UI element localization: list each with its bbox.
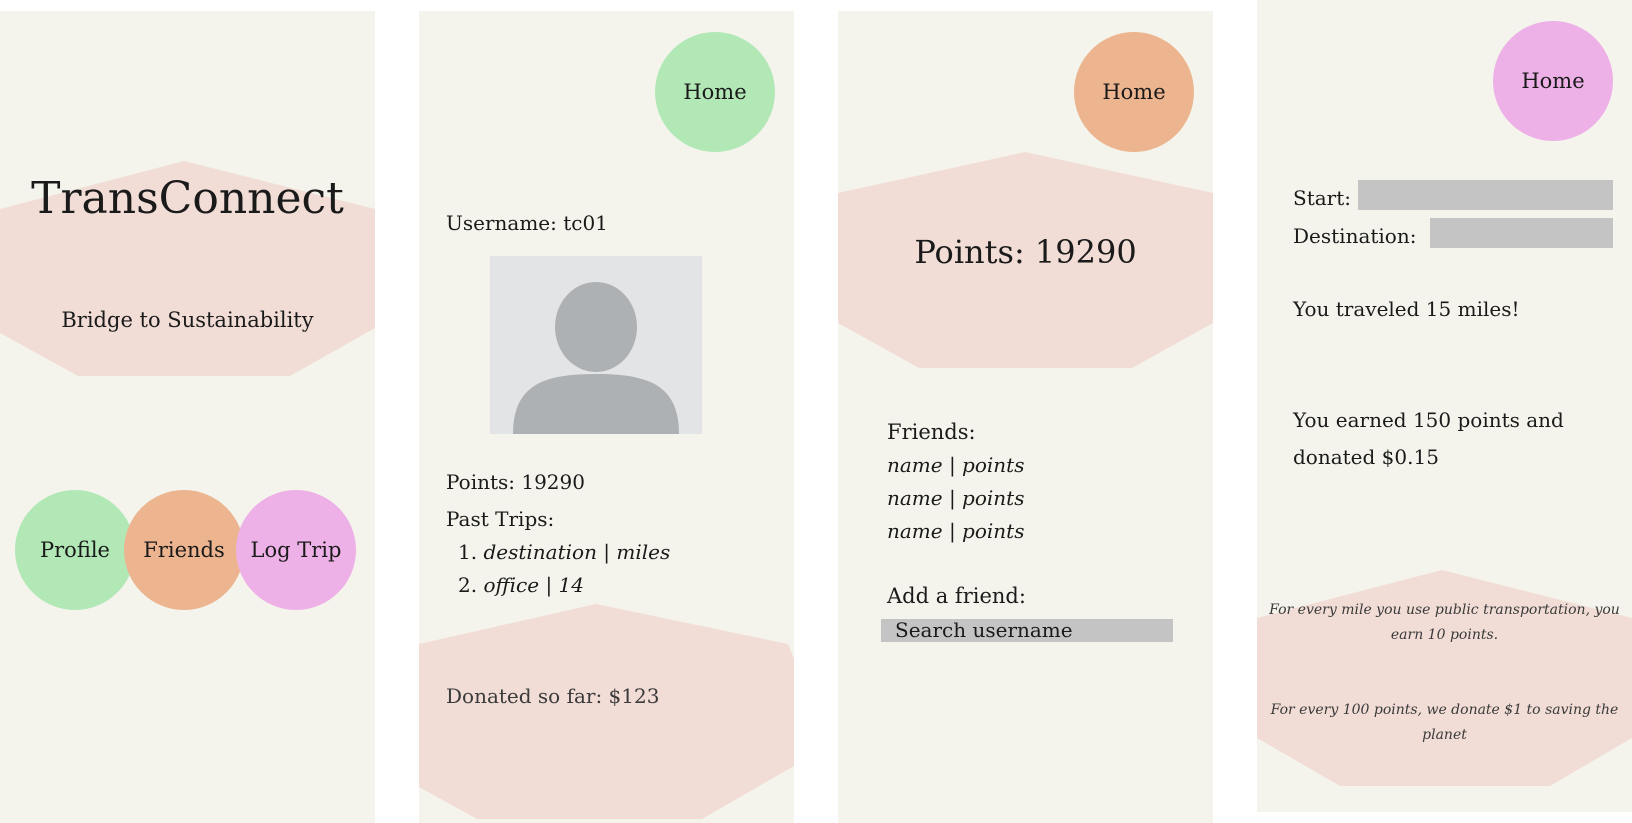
earned-message-line: donated $0.15: [1293, 445, 1439, 469]
profile-screen: Home Username: tc01 Points: 19290 Past T…: [419, 11, 794, 823]
trip-text: destination | miles: [483, 540, 671, 564]
home-button[interactable]: Home: [1493, 21, 1613, 141]
trip-list-item: 1. destination | miles: [458, 540, 670, 564]
start-label: Start:: [1293, 186, 1351, 210]
trip-number: 2.: [458, 573, 478, 597]
destination-label: Destination:: [1293, 224, 1417, 248]
points-info-line: For every mile you use public transporta…: [1269, 602, 1620, 618]
points-text: Points: 19290: [446, 470, 585, 494]
friends-button-label: Friends: [143, 538, 225, 562]
start-input[interactable]: [1358, 180, 1613, 210]
landing-screen: TransConnect Bridge to Sustainability Pr…: [0, 11, 375, 823]
friends-heading: Friends:: [887, 420, 976, 444]
friend-list-item: name | points: [887, 453, 1025, 477]
friends-screen: Home Points: 19290 Friends: name | point…: [838, 11, 1213, 823]
trip-number: 1.: [458, 540, 478, 564]
trip-text: office | 14: [483, 573, 584, 597]
log-trip-button-label: Log Trip: [250, 538, 342, 562]
username-text: Username: tc01: [446, 211, 608, 235]
friends-button[interactable]: Friends: [124, 490, 244, 610]
donated-text: Donated so far: $123: [446, 684, 660, 708]
avatar: [490, 256, 702, 434]
log-trip-screen: Home Start: Destination: You traveled 15…: [1257, 0, 1632, 812]
past-trips-heading: Past Trips:: [446, 507, 555, 531]
home-button[interactable]: Home: [1074, 32, 1194, 152]
app-tagline: Bridge to Sustainability: [61, 308, 314, 332]
app-title: TransConnect: [31, 173, 344, 224]
points-info-line: earn 10 points.: [1390, 627, 1499, 643]
title-hexagon-bg: [0, 161, 375, 376]
destination-input[interactable]: [1430, 218, 1613, 248]
donation-info-line: For every 100 points, we donate $1 to sa…: [1270, 702, 1619, 718]
profile-button-label: Profile: [40, 538, 110, 562]
home-button-label: Home: [1102, 80, 1166, 104]
log-trip-button[interactable]: Log Trip: [236, 490, 356, 610]
traveled-message: You traveled 15 miles!: [1293, 297, 1520, 321]
earned-message-line: You earned 150 points and: [1293, 408, 1564, 432]
friend-list-item: name | points: [887, 519, 1025, 543]
search-placeholder: Search username: [895, 618, 1073, 642]
points-display: Points: 19290: [914, 233, 1137, 271]
home-button-label: Home: [683, 80, 747, 104]
profile-button[interactable]: Profile: [15, 490, 135, 610]
home-button[interactable]: Home: [655, 32, 775, 152]
user-silhouette-icon: [513, 282, 679, 434]
donation-info-line: planet: [1422, 727, 1467, 743]
friend-list-item: name | points: [887, 486, 1025, 510]
add-friend-heading: Add a friend:: [887, 584, 1026, 608]
trip-list-item: 2. office | 14: [458, 573, 584, 597]
search-username-input[interactable]: Search username: [881, 619, 1173, 642]
home-button-label: Home: [1521, 69, 1585, 93]
